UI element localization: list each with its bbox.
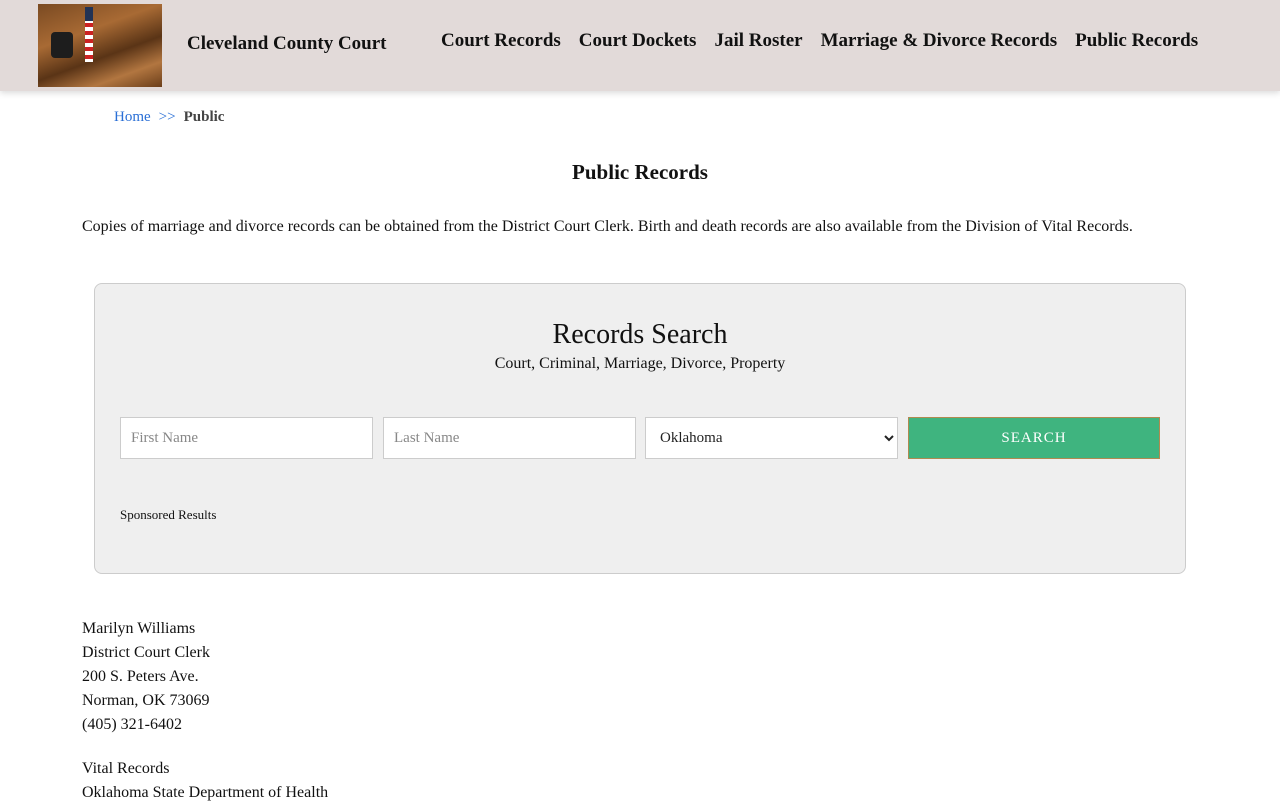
search-title: Records Search xyxy=(552,319,728,350)
sponsored-results-label: Sponsored Results xyxy=(120,507,217,522)
breadcrumb-home[interactable]: Home xyxy=(114,109,151,125)
records-search-panel: Records Search Court, Criminal, Marriage… xyxy=(94,283,1186,574)
search-button[interactable]: SEARCH xyxy=(908,417,1160,459)
last-name-input[interactable] xyxy=(383,417,636,459)
clerk-phone: (405) 321-6402 xyxy=(82,716,182,733)
clerk-city: Norman, OK 73069 xyxy=(82,692,210,709)
site-title[interactable]: Cleveland County Court xyxy=(187,33,387,55)
vital-records-title: Vital Records xyxy=(82,760,170,777)
breadcrumb: Home >> Public xyxy=(114,109,224,126)
clerk-address: Marilyn Williams District Court Clerk 20… xyxy=(82,617,210,737)
nav-public-records[interactable]: Public Records xyxy=(1075,30,1198,52)
intro-text: Copies of marriage and divorce records c… xyxy=(82,218,1133,235)
clerk-name: Marilyn Williams xyxy=(82,620,196,637)
clerk-street: 200 S. Peters Ave. xyxy=(82,668,199,685)
search-subtitle: Court, Criminal, Marriage, Divorce, Prop… xyxy=(494,355,786,372)
nav-court-records[interactable]: Court Records xyxy=(441,30,561,52)
main-nav: Court Records Court Dockets Jail Roster … xyxy=(441,30,1198,52)
nav-court-dockets[interactable]: Court Dockets xyxy=(579,30,697,52)
vital-records-agency: Oklahoma State Department of Health xyxy=(82,784,329,801)
clerk-title: District Court Clerk xyxy=(82,644,210,661)
courtroom-logo-image[interactable] xyxy=(38,4,162,87)
first-name-input[interactable] xyxy=(120,417,373,459)
vital-records-address: Vital Records Oklahoma State Department … xyxy=(82,757,328,805)
breadcrumb-current: Public xyxy=(183,109,225,125)
site-header: Cleveland County Court Court Records Cou… xyxy=(0,0,1280,91)
breadcrumb-separator: >> xyxy=(158,109,176,125)
state-select[interactable]: Oklahoma xyxy=(645,417,898,459)
nav-jail-roster[interactable]: Jail Roster xyxy=(714,30,802,52)
nav-marriage-divorce[interactable]: Marriage & Divorce Records xyxy=(821,30,1058,52)
page-title: Public Records xyxy=(572,160,708,184)
